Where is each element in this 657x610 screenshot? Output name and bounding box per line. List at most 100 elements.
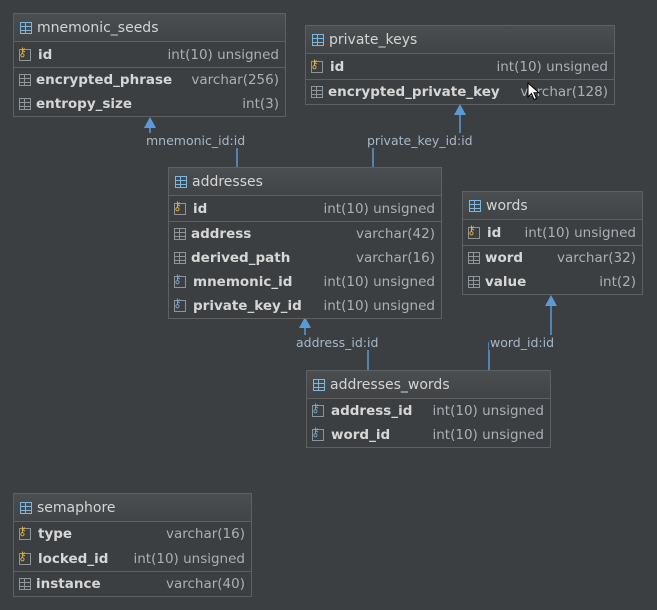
column-icon xyxy=(174,252,186,264)
column-type: int(10) unsigned xyxy=(133,550,245,567)
column-name: entropy_size xyxy=(36,96,133,112)
table-mnemonic-seeds[interactable]: mnemonic_seeds id int(10) unsigned encry… xyxy=(13,13,286,117)
column-row[interactable]: encrypted_phrase varchar(256) xyxy=(14,68,285,92)
table-header[interactable]: private_keys xyxy=(306,26,614,54)
column-type: int(10) unsigned xyxy=(432,403,544,419)
arrow-private-key xyxy=(454,104,466,115)
table-addresses-words[interactable]: addresses_words address_id int(10) unsig… xyxy=(306,370,551,448)
column-type: int(10) unsigned xyxy=(323,274,435,290)
foreign-key-icon xyxy=(173,272,188,289)
column-icon xyxy=(468,252,480,264)
primary-key-icon xyxy=(467,223,482,240)
column-type: varchar(42) xyxy=(355,226,435,242)
column-row[interactable]: id int(10) unsigned xyxy=(14,42,285,68)
column-name: instance xyxy=(36,576,101,592)
table-header[interactable]: addresses_words xyxy=(307,371,550,399)
column-name: address_id xyxy=(331,403,413,419)
primary-key-icon xyxy=(18,549,33,566)
column-type: varchar(16) xyxy=(165,526,245,542)
table-header[interactable]: words xyxy=(463,192,642,220)
primary-key-icon xyxy=(18,45,33,62)
column-type: int(2) xyxy=(599,274,636,290)
column-name: locked_id xyxy=(38,550,109,567)
mouse-pointer-icon xyxy=(527,82,541,101)
column-row[interactable]: encrypted_private_key varchar(128) xyxy=(306,80,614,104)
column-row[interactable]: address varchar(42) xyxy=(169,222,441,246)
column-name: word_id xyxy=(331,427,391,443)
column-icon xyxy=(468,276,480,288)
column-type: int(3) xyxy=(242,96,279,112)
column-row[interactable]: entropy_size int(3) xyxy=(14,92,285,116)
column-type: int(10) unsigned xyxy=(432,427,544,443)
table-header[interactable]: addresses xyxy=(169,168,441,196)
column-row[interactable]: address_id int(10) unsigned xyxy=(307,399,550,423)
relation-label-private-key: private_key_id:id xyxy=(366,133,474,148)
relation-label-word: word_id:id xyxy=(489,335,556,350)
primary-key-icon xyxy=(310,57,325,74)
column-row[interactable]: type varchar(16) xyxy=(14,522,251,546)
table-header[interactable]: mnemonic_seeds xyxy=(14,14,285,42)
column-type: int(10) unsigned xyxy=(323,200,435,217)
table-addresses[interactable]: addresses id int(10) unsigned address va… xyxy=(168,167,442,319)
column-name: value xyxy=(485,274,527,290)
column-row[interactable]: id int(10) unsigned xyxy=(169,196,441,222)
column-name: type xyxy=(38,526,73,542)
column-row[interactable]: id int(10) unsigned xyxy=(306,54,614,80)
column-row[interactable]: derived_path varchar(16) xyxy=(169,246,441,270)
table-icon xyxy=(175,175,187,188)
column-icon xyxy=(19,98,31,110)
column-type: varchar(40) xyxy=(165,576,245,592)
table-name: semaphore xyxy=(37,499,116,516)
column-type: int(10) unsigned xyxy=(524,224,636,241)
column-type: varchar(256) xyxy=(191,72,279,88)
table-name: addresses xyxy=(192,173,263,190)
table-icon xyxy=(312,33,324,46)
column-type: int(10) unsigned xyxy=(496,58,608,75)
column-icon xyxy=(19,74,31,86)
column-row[interactable]: instance varchar(40) xyxy=(14,572,251,596)
arrow-word xyxy=(545,295,557,306)
column-icon xyxy=(311,86,323,98)
column-row[interactable]: value int(2) xyxy=(463,270,642,294)
column-row[interactable]: private_key_id int(10) unsigned xyxy=(169,294,441,318)
column-icon xyxy=(174,228,186,240)
column-name: derived_path xyxy=(191,250,291,266)
table-header[interactable]: semaphore xyxy=(14,494,251,522)
column-name: private_key_id xyxy=(193,298,302,314)
table-private-keys[interactable]: private_keys id int(10) unsigned encrypt… xyxy=(305,25,615,105)
table-icon xyxy=(469,199,481,212)
table-name: private_keys xyxy=(329,31,418,48)
column-type: int(10) unsigned xyxy=(323,298,435,314)
column-row[interactable]: id int(10) unsigned xyxy=(463,220,642,246)
foreign-key-icon xyxy=(311,425,326,442)
relation-label-address: address_id:id xyxy=(295,335,380,350)
column-type: varchar(32) xyxy=(556,250,636,266)
column-type: int(10) unsigned xyxy=(167,46,279,63)
foreign-key-icon xyxy=(311,401,326,418)
column-row[interactable]: mnemonic_id int(10) unsigned xyxy=(169,270,441,294)
column-name: id xyxy=(193,200,208,217)
table-icon xyxy=(20,501,32,514)
table-semaphore[interactable]: semaphore type varchar(16) locked_id int… xyxy=(13,493,252,597)
table-name: addresses_words xyxy=(330,376,450,393)
column-type: varchar(16) xyxy=(355,250,435,266)
table-icon xyxy=(20,21,32,34)
column-name: word xyxy=(485,250,524,266)
primary-key-icon xyxy=(18,524,33,541)
foreign-key-icon xyxy=(173,296,188,313)
column-name: mnemonic_id xyxy=(193,274,293,290)
column-row[interactable]: word_id int(10) unsigned xyxy=(307,423,550,447)
table-words[interactable]: words id int(10) unsigned word varchar(3… xyxy=(462,191,643,295)
column-row[interactable]: word varchar(32) xyxy=(463,246,642,270)
column-name: encrypted_phrase xyxy=(36,72,173,88)
column-row[interactable]: locked_id int(10) unsigned xyxy=(14,546,251,572)
column-name: id xyxy=(487,224,502,241)
table-icon xyxy=(313,378,325,391)
arrow-mnemonic xyxy=(144,117,156,128)
column-name: address xyxy=(191,226,252,242)
table-name: words xyxy=(486,197,528,214)
relation-label-mnemonic: mnemonic_id:id xyxy=(145,133,247,148)
table-name: mnemonic_seeds xyxy=(37,19,159,36)
primary-key-icon xyxy=(173,199,188,216)
column-icon xyxy=(19,578,31,590)
